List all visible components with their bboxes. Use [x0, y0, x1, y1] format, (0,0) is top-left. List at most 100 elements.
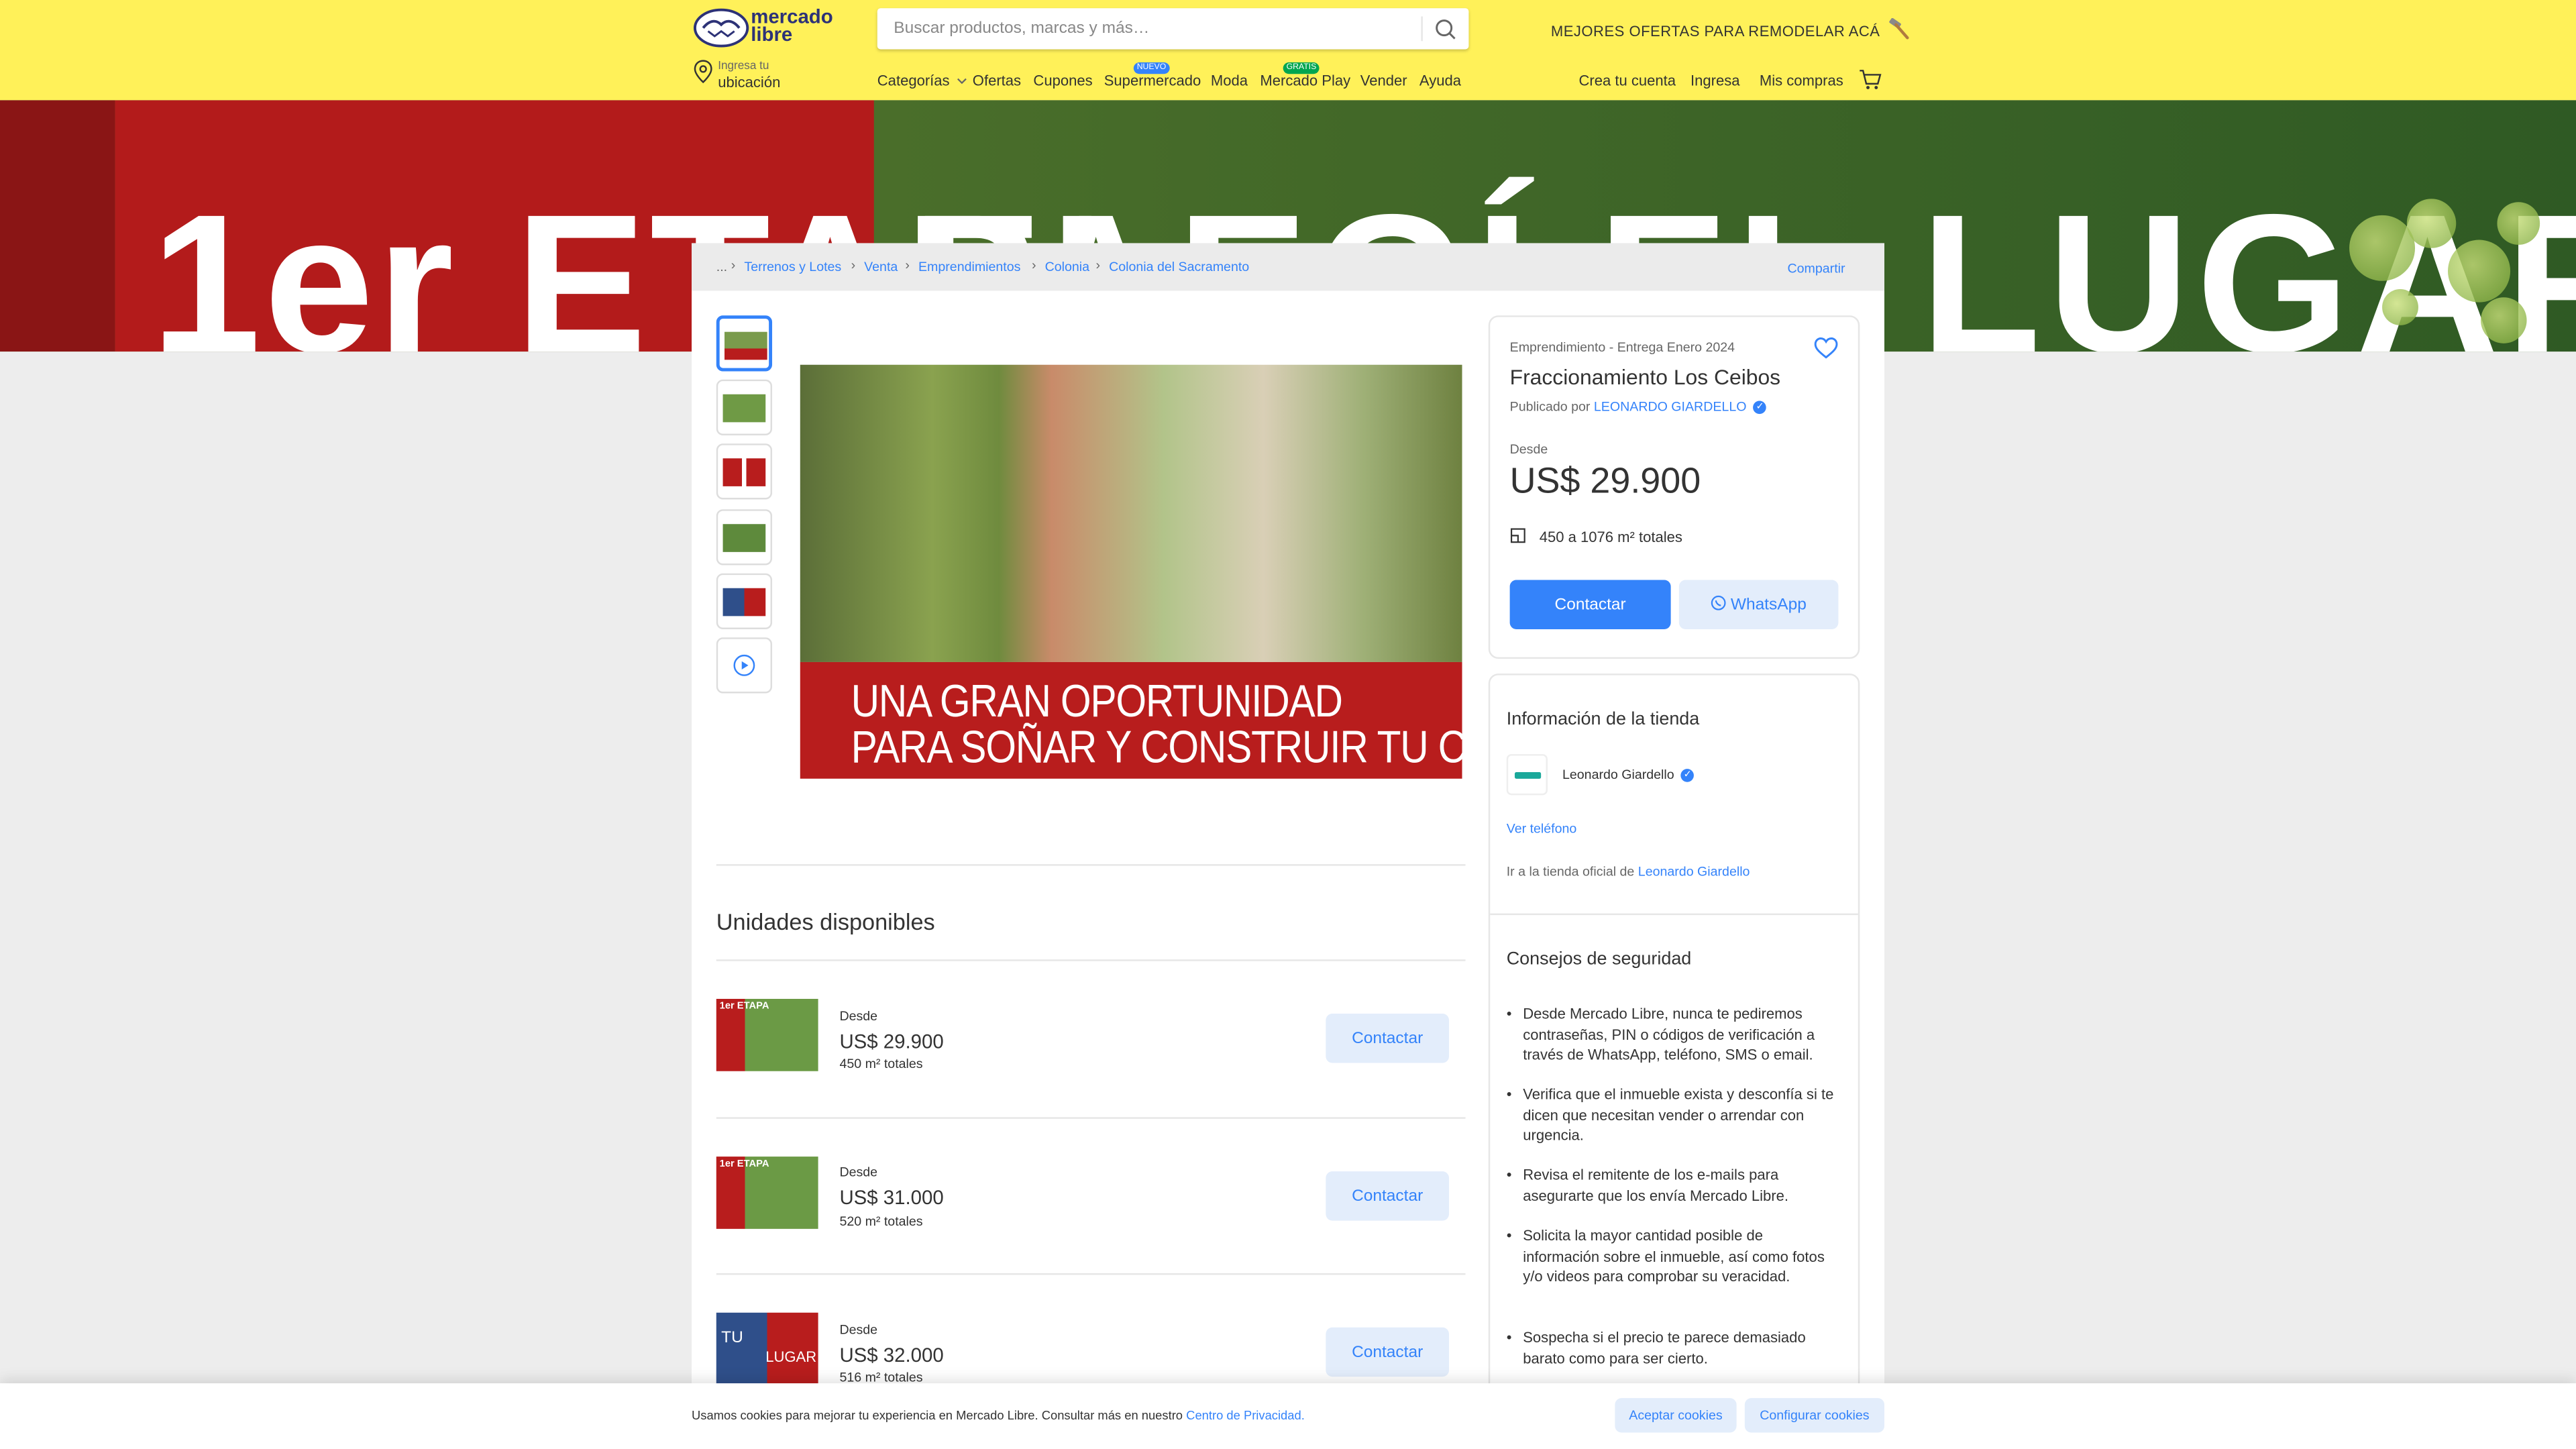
- nav-vender[interactable]: Vender: [1360, 72, 1407, 89]
- security-tip: • Solicita la mayor cantidad posible de i…: [1507, 1226, 1843, 1287]
- my-purchases-link[interactable]: Mis compras: [1760, 72, 1843, 89]
- store-logo-mark: [1514, 772, 1542, 779]
- nav-ofertas[interactable]: Ofertas: [973, 72, 1021, 89]
- breadcrumb-ellipsis[interactable]: ...: [716, 260, 727, 274]
- logo-line2: libre: [751, 23, 793, 46]
- official-store-link[interactable]: Leonardo Giardello: [1638, 864, 1750, 879]
- badge-nuevo: NUEVO: [1133, 62, 1170, 74]
- unit-price: US$ 32.000: [839, 1344, 944, 1367]
- gallery-thumbnail[interactable]: [716, 379, 773, 435]
- unit-thumbnail[interactable]: 1er ETAPA: [716, 1157, 818, 1229]
- play-icon: [733, 654, 755, 676]
- cookie-message: Usamos cookies para mejorar tu experienc…: [692, 1407, 1183, 1423]
- banner-bubble: [2480, 297, 2527, 343]
- search-icon[interactable]: [1433, 16, 1459, 42]
- contact-button[interactable]: Contactar: [1509, 580, 1671, 629]
- store-name-text: Leonardo Giardello: [1562, 767, 1674, 782]
- unit-thumbnail[interactable]: TU LUGAR: [716, 1312, 818, 1385]
- published-by-label: Publicado por: [1509, 399, 1591, 415]
- unit-desde-label: Desde: [839, 1165, 878, 1180]
- nav-moda[interactable]: Moda: [1211, 72, 1248, 89]
- breadcrumb-item[interactable]: Terrenos y Lotes: [744, 260, 841, 274]
- unit-thumbnail-text: 1er ETAPA: [719, 1002, 769, 1012]
- breadcrumb-item[interactable]: Emprendimientos: [918, 260, 1020, 274]
- breadcrumb-chevron-icon: ›: [851, 258, 856, 273]
- divider: [716, 959, 1466, 961]
- login-link[interactable]: Ingresa: [1690, 72, 1740, 89]
- view-phone-link[interactable]: Ver teléfono: [1507, 822, 1577, 837]
- unit-thumbnail-text: LUGAR: [765, 1348, 817, 1366]
- location-label[interactable]: Ingresa tu: [718, 61, 769, 72]
- units-title: Unidades disponibles: [716, 908, 935, 935]
- nav-label: Mercado Play: [1260, 72, 1351, 89]
- official-store-line: Ir a la tienda oficial de Leonardo Giard…: [1507, 864, 1750, 879]
- unit-desde-label: Desde: [839, 1008, 878, 1024]
- banner-bubble: [2448, 239, 2511, 303]
- verified-icon: ✓: [1753, 400, 1767, 414]
- promo-text: MEJORES OFERTAS PARA REMODELAR ACÁ: [1550, 23, 1880, 40]
- banner-bubble: [2497, 202, 2540, 245]
- nav-cupones[interactable]: Cupones: [1033, 72, 1092, 89]
- publisher-link[interactable]: LEONARDO GIARDELLO: [1594, 399, 1747, 414]
- unit-contact-button[interactable]: Contactar: [1326, 1014, 1450, 1063]
- gallery-thumbnail[interactable]: [716, 315, 773, 372]
- chevron-down-icon: [956, 78, 966, 85]
- accept-cookies-button[interactable]: Aceptar cookies: [1615, 1398, 1737, 1433]
- store-info-title: Información de la tienda: [1506, 709, 1700, 730]
- unit-price: US$ 31.000: [839, 1186, 944, 1210]
- configure-cookies-button[interactable]: Configurar cookies: [1744, 1398, 1885, 1433]
- unit-area: 450 m² totales: [839, 1056, 923, 1071]
- location-pin-icon[interactable]: [693, 59, 712, 84]
- gallery-thumbnail[interactable]: [716, 443, 773, 500]
- nav-label: Supermercado: [1104, 72, 1201, 89]
- create-account-link[interactable]: Crea tu cuenta: [1578, 72, 1676, 89]
- photo-area: [800, 364, 1462, 662]
- nav-ayuda[interactable]: Ayuda: [1419, 72, 1461, 89]
- nav-supermercado[interactable]: NUEVO Supermercado: [1104, 62, 1201, 89]
- security-tip: • Verifica que el inmueble exista y desco…: [1507, 1084, 1843, 1146]
- logo-text: mercado libre: [751, 7, 833, 46]
- unit-contact-button[interactable]: Contactar: [1326, 1327, 1450, 1377]
- gallery-video-thumbnail[interactable]: [716, 637, 773, 694]
- breadcrumb-item[interactable]: Colonia del Sacramento: [1109, 260, 1249, 274]
- unit-price: US$ 29.900: [839, 1030, 944, 1053]
- cookie-text: Usamos cookies para mejorar tu experienc…: [692, 1408, 1305, 1423]
- official-store-prefix: Ir a la tienda oficial de: [1506, 864, 1635, 879]
- promo-link[interactable]: MEJORES OFERTAS PARA REMODELAR ACÁ: [1550, 17, 1911, 40]
- listing-subtitle: Emprendimiento - Entrega Enero 2024: [1509, 339, 1735, 355]
- nav-mercado-play[interactable]: GRATIS Mercado Play: [1260, 62, 1351, 89]
- divider: [716, 1117, 1466, 1119]
- unit-area: 520 m² totales: [839, 1214, 923, 1229]
- location-value[interactable]: ubicación: [718, 74, 780, 90]
- unit-thumbnail-text: 1er ETAPA: [719, 1159, 769, 1170]
- security-tip: • Sospecha si el precio te parece demasia…: [1507, 1328, 1843, 1368]
- breadcrumb-item[interactable]: Venta: [864, 260, 898, 274]
- unit-thumbnail[interactable]: 1er ETAPA: [716, 998, 818, 1071]
- banner-left-strip: [0, 100, 115, 352]
- banner-bubble: [2382, 289, 2418, 325]
- main-gallery-image[interactable]: UNA GRAN OPORTUNIDAD PARA SOÑAR Y CONSTR…: [800, 364, 1462, 779]
- search-divider: [1421, 16, 1423, 42]
- privacy-center-link[interactable]: Centro de Privacidad.: [1186, 1408, 1305, 1423]
- divider: [716, 864, 1466, 866]
- gallery-thumbnail[interactable]: [716, 509, 773, 566]
- thumbnail-image: [724, 331, 767, 360]
- cart-icon[interactable]: [1858, 69, 1883, 91]
- share-link[interactable]: Compartir: [1788, 261, 1845, 276]
- security-title: Consejos de seguridad: [1506, 949, 1692, 969]
- breadcrumb-item[interactable]: Colonia: [1045, 260, 1089, 274]
- listing-title: Fraccionamiento Los Ceibos: [1509, 364, 1781, 390]
- breadcrumb-chevron-icon: ›: [731, 258, 736, 273]
- nav-categorias[interactable]: Categorías: [877, 72, 967, 89]
- search-input[interactable]: [894, 8, 1419, 50]
- unit-contact-button[interactable]: Contactar: [1326, 1171, 1450, 1221]
- heart-icon[interactable]: [1814, 337, 1839, 360]
- thumbnail-image: [722, 394, 766, 423]
- store-logo[interactable]: [1506, 754, 1548, 796]
- nav-label: Categorías: [877, 72, 950, 89]
- banner-bubble: [2349, 215, 2416, 281]
- gallery-thumbnail[interactable]: [716, 573, 773, 629]
- image-caption-line2: PARA SOÑAR Y CONSTRUIR TU CASA: [851, 722, 1462, 774]
- whatsapp-button[interactable]: WhatsApp: [1678, 580, 1839, 629]
- hammer-icon: [1889, 17, 1909, 40]
